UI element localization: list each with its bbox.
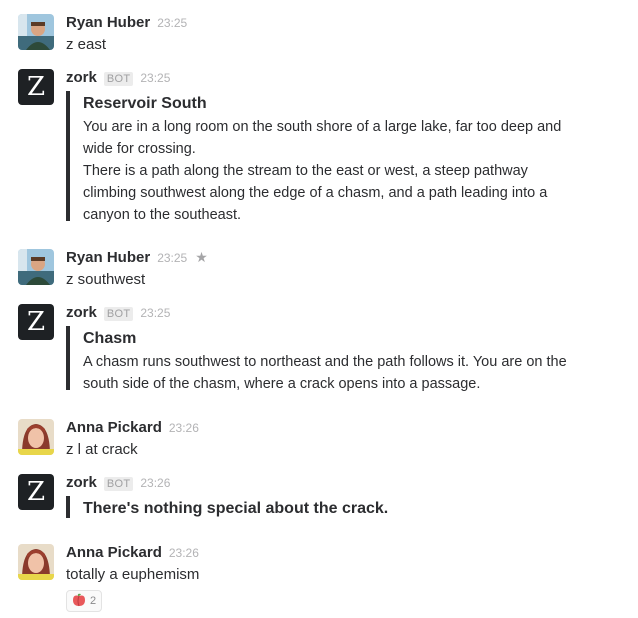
author-name[interactable]: zork <box>66 474 97 491</box>
author-name[interactable]: zork <box>66 69 97 86</box>
zork-avatar[interactable]: Z <box>18 304 54 340</box>
author-name[interactable]: Anna Pickard <box>66 544 162 561</box>
author-name[interactable]: Ryan Huber <box>66 14 150 31</box>
timestamp[interactable]: 23:25 <box>140 306 170 320</box>
bot-badge: BOT <box>103 477 134 491</box>
zork-avatar[interactable]: Z <box>18 474 54 510</box>
timestamp[interactable]: 23:25 <box>157 16 187 30</box>
bot-badge: BOT <box>103 307 134 321</box>
star-icon[interactable]: ★ <box>195 249 208 266</box>
author-name[interactable]: Ryan Huber <box>66 249 150 266</box>
timestamp[interactable]: 23:26 <box>169 421 199 435</box>
author-name[interactable]: Anna Pickard <box>66 419 162 436</box>
message-text: z l at crack <box>66 441 138 458</box>
timestamp[interactable]: 23:25 <box>140 71 170 85</box>
ryan-avatar[interactable] <box>18 14 54 50</box>
peach-emoji-icon <box>72 593 86 610</box>
attachment: Reservoir South You are in a long room o… <box>66 91 583 223</box>
attachment-title: Chasm <box>83 330 137 347</box>
attachment: Chasm A chasm runs southwest to northeas… <box>66 326 583 392</box>
attachment-body: A chasm runs southwest to northeast and … <box>83 354 567 392</box>
attachment: There's nothing special about the crack. <box>66 496 583 518</box>
author-name[interactable]: zork <box>66 304 97 321</box>
zork-avatar[interactable]: Z <box>18 69 54 105</box>
attachment-title: There's nothing special about the crack. <box>83 500 389 517</box>
attachment-body: You are in a long room on the south shor… <box>83 119 562 223</box>
ryan-avatar[interactable] <box>18 249 54 285</box>
message-text: z east <box>66 36 107 53</box>
reaction-button[interactable]: 2 <box>66 590 103 612</box>
message-text: totally a euphemism <box>66 566 200 583</box>
message-text: z southwest <box>66 271 146 288</box>
timestamp[interactable]: 23:25 <box>157 251 187 265</box>
anna-avatar[interactable] <box>18 419 54 455</box>
reaction-count: 2 <box>90 595 97 607</box>
attachment-title: Reservoir South <box>83 95 207 112</box>
bot-badge: BOT <box>103 72 134 86</box>
anna-avatar[interactable] <box>18 544 54 580</box>
timestamp[interactable]: 23:26 <box>140 476 170 490</box>
timestamp[interactable]: 23:26 <box>169 546 199 560</box>
